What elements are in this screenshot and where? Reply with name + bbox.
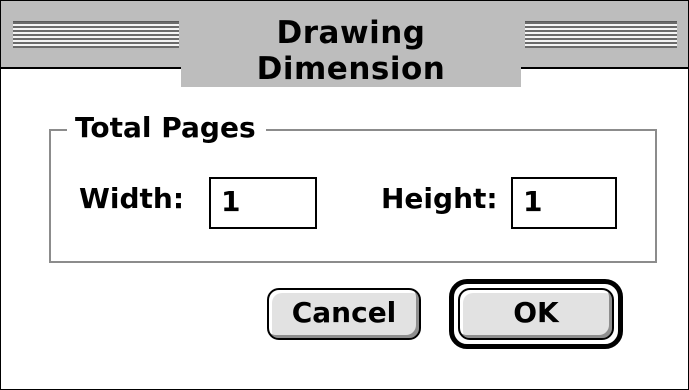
- title-bar-stripes-right: [525, 21, 677, 48]
- ok-button[interactable]: OK: [458, 288, 614, 340]
- height-label: Height:: [381, 182, 498, 215]
- title-bar-stripes-left: [13, 21, 179, 48]
- width-input[interactable]: 1: [209, 177, 317, 229]
- dialog-window: Drawing Dimension Total Pages Width: 1 H…: [0, 0, 689, 390]
- window-title: Drawing Dimension: [181, 15, 521, 87]
- height-input[interactable]: 1: [511, 177, 617, 229]
- total-pages-group-label: Total Pages: [67, 111, 266, 144]
- width-label: Width:: [79, 182, 185, 215]
- cancel-button[interactable]: Cancel: [267, 288, 421, 340]
- title-bar[interactable]: Drawing Dimension: [1, 1, 688, 87]
